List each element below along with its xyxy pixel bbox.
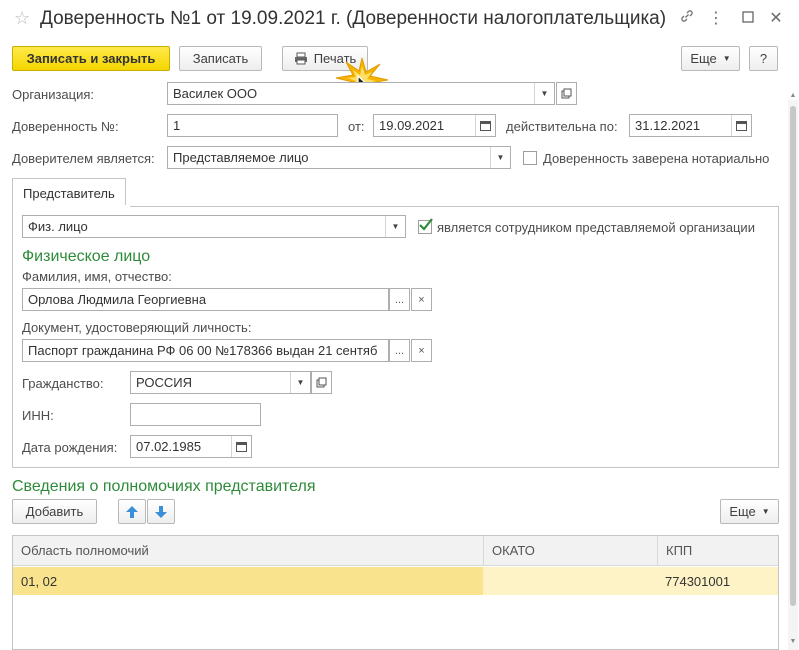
arrow-down-icon xyxy=(155,505,167,518)
individual-section-title: Физическое лицо xyxy=(22,248,151,265)
principal-field[interactable]: Представляемое лицо ▼ xyxy=(167,146,511,169)
organization-label: Организация: xyxy=(12,87,95,102)
more-vertical-icon[interactable]: ⋮ xyxy=(705,8,727,30)
table-row-kpp-cell[interactable]: 774301001 xyxy=(657,567,778,595)
citizenship-value: РОССИЯ xyxy=(136,375,193,390)
column-header-okato[interactable]: ОКАТО xyxy=(483,536,657,566)
principal-value: Представляемое лицо xyxy=(173,150,309,165)
valid-until-label: действительна по: xyxy=(506,119,618,134)
more-button[interactable]: Еще ▼ xyxy=(681,46,740,71)
open-citizenship-button[interactable] xyxy=(311,371,332,394)
dropdown-arrow-icon[interactable]: ▼ xyxy=(490,147,510,168)
representative-panel xyxy=(12,206,779,468)
from-date-value: 19.09.2021 xyxy=(379,118,445,133)
representative-type-value: Физ. лицо xyxy=(28,219,88,234)
save-button[interactable]: Записать xyxy=(179,46,262,71)
organization-value: Василек ООО xyxy=(173,86,258,101)
birth-label: Дата рождения: xyxy=(22,440,118,455)
open-icon xyxy=(561,88,572,99)
doc-field[interactable]: Паспорт гражданина РФ 06 00 №178366 выда… xyxy=(22,339,389,362)
open-icon xyxy=(316,377,327,388)
dropdown-arrow-icon[interactable]: ▼ xyxy=(385,216,405,237)
fio-value: Орлова Людмила Георгиевна xyxy=(28,292,207,307)
doc-value: Паспорт гражданина РФ 06 00 №178366 выда… xyxy=(28,343,378,358)
arrow-up-icon xyxy=(126,505,138,518)
powers-table[interactable]: Область полномочий ОКАТО КПП 01, 02 7743… xyxy=(12,535,779,650)
checkmark-icon xyxy=(419,218,433,231)
chevron-down-icon: ▼ xyxy=(722,54,731,63)
move-up-button[interactable] xyxy=(118,499,146,524)
printer-icon xyxy=(294,52,307,65)
poa-number-label: Доверенность №: xyxy=(12,119,119,134)
doc-select-button[interactable]: ... xyxy=(389,339,410,362)
help-button[interactable]: ? xyxy=(749,46,778,71)
save-and-close-button[interactable]: Записать и закрыть xyxy=(12,46,170,71)
dropdown-arrow-icon[interactable]: ▼ xyxy=(290,372,310,393)
fio-clear-button[interactable]: × xyxy=(411,288,432,311)
is-employee-checkbox[interactable] xyxy=(418,218,433,234)
is-employee-label: является сотрудником представляемой орга… xyxy=(437,220,755,235)
fio-label: Фамилия, имя, отчество: xyxy=(22,269,172,284)
fio-field[interactable]: Орлова Людмила Георгиевна xyxy=(22,288,389,311)
calendar-icon[interactable] xyxy=(731,115,751,136)
birth-date-field[interactable]: 07.02.1985 xyxy=(130,435,252,458)
scroll-up-icon[interactable]: ▲ xyxy=(788,92,798,102)
tab-representative[interactable]: Представитель xyxy=(12,178,126,207)
poa-number-field[interactable]: 1 xyxy=(167,114,338,137)
window-title: Доверенность №1 от 19.09.2021 г. (Довере… xyxy=(40,8,667,29)
powers-more-button[interactable]: Еще ▼ xyxy=(720,499,779,524)
table-row-okato-cell[interactable] xyxy=(483,567,657,595)
organization-field[interactable]: Василек ООО ▼ xyxy=(167,82,555,105)
birth-date-value: 07.02.1985 xyxy=(136,439,202,454)
notarized-checkbox[interactable] xyxy=(523,151,537,165)
powers-section-title: Сведения о полномочиях представителя xyxy=(12,478,316,495)
principal-label: Доверителем является: xyxy=(12,151,155,166)
link-icon[interactable] xyxy=(676,8,698,30)
valid-until-field[interactable]: 31.12.2021 xyxy=(629,114,752,137)
add-button[interactable]: Добавить xyxy=(12,499,97,524)
chevron-down-icon: ▼ xyxy=(761,507,770,516)
valid-until-value: 31.12.2021 xyxy=(635,118,701,133)
dropdown-arrow-icon[interactable]: ▼ xyxy=(534,83,554,104)
representative-type-field[interactable]: Физ. лицо ▼ xyxy=(22,215,406,238)
calendar-icon[interactable] xyxy=(475,115,495,136)
powers-more-label: Еще xyxy=(729,504,756,519)
doc-clear-button[interactable]: × xyxy=(411,339,432,362)
close-icon[interactable]: ✕ xyxy=(765,8,787,30)
notarized-label: Доверенность заверена нотариально xyxy=(543,151,770,166)
scrollbar-thumb[interactable] xyxy=(790,106,796,606)
more-button-label: Еще xyxy=(690,51,717,66)
fio-select-button[interactable]: ... xyxy=(389,288,410,311)
doc-label: Документ, удостоверяющий личность: xyxy=(22,320,252,335)
column-header-kpp[interactable]: КПП xyxy=(657,536,778,566)
from-label: от: xyxy=(348,119,365,134)
citizenship-field[interactable]: РОССИЯ ▼ xyxy=(130,371,311,394)
inn-label: ИНН: xyxy=(22,408,54,423)
poa-number-value: 1 xyxy=(173,118,181,133)
open-organization-button[interactable] xyxy=(556,82,577,105)
scroll-down-icon[interactable]: ▼ xyxy=(788,638,798,648)
table-row-area-cell[interactable]: 01, 02 xyxy=(13,567,483,595)
column-header-area[interactable]: Область полномочий xyxy=(13,536,483,566)
from-date-field[interactable]: 19.09.2021 xyxy=(373,114,496,137)
calendar-icon[interactable] xyxy=(231,436,251,457)
citizenship-label: Гражданство: xyxy=(22,376,104,391)
favorite-star-icon[interactable]: ☆ xyxy=(14,8,30,29)
move-down-button[interactable] xyxy=(147,499,175,524)
inn-field[interactable] xyxy=(130,403,261,426)
maximize-icon[interactable] xyxy=(737,8,759,30)
